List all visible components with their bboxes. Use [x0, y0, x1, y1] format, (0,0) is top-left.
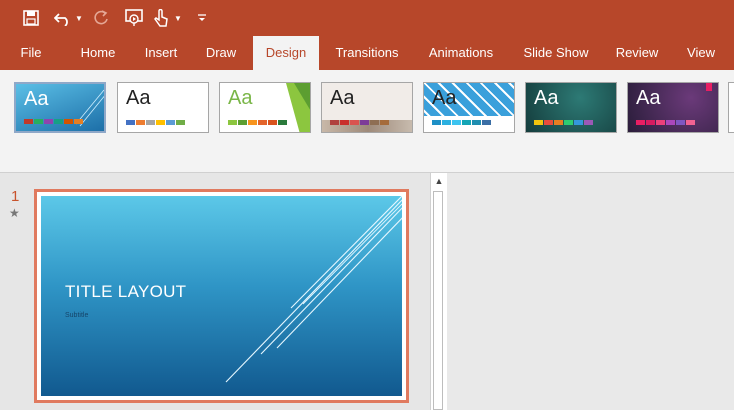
touch-mode-icon[interactable]	[151, 6, 171, 30]
tab-home[interactable]: Home	[70, 36, 126, 70]
scrollbar-thumb[interactable]	[433, 191, 443, 410]
undo-dropdown-icon[interactable]: ▼	[74, 6, 84, 30]
undo-icon[interactable]	[52, 6, 74, 30]
theme-color-swatches	[228, 120, 287, 125]
theme-sample-text: Aa	[126, 87, 151, 109]
theme-color-swatches	[126, 120, 185, 125]
slide-title: TITLE LAYOUT	[65, 282, 187, 301]
theme-thumbnail[interactable]: Aa	[627, 82, 719, 133]
tab-slide-show[interactable]: Slide Show	[514, 36, 598, 70]
theme-sample-text: Aa	[330, 87, 355, 109]
tab-view[interactable]: View	[678, 36, 724, 70]
theme-thumbnail[interactable]: Aa	[525, 82, 617, 133]
theme-thumbnail[interactable]: Aa	[423, 82, 515, 133]
tab-transitions[interactable]: Transitions	[328, 36, 406, 70]
theme-thumbnail[interactable]: Aa	[321, 82, 413, 133]
save-icon[interactable]	[20, 6, 42, 30]
theme-color-swatches	[534, 120, 593, 125]
thumbnail-scrollbar[interactable]: ▲	[430, 173, 448, 410]
ribbon-lower-band	[0, 142, 734, 173]
theme-thumbnail-partial[interactable]	[728, 82, 734, 133]
slide-number: 1	[11, 188, 20, 205]
tab-review[interactable]: Review	[606, 36, 668, 70]
tab-draw[interactable]: Draw	[196, 36, 246, 70]
theme-color-swatches	[330, 120, 389, 125]
quick-access-toolbar: ▼ ▼	[0, 0, 734, 36]
theme-thumbnail[interactable]: Aa	[14, 82, 106, 133]
theme-sample-text: Aa	[636, 87, 661, 109]
redo-icon[interactable]	[90, 6, 112, 30]
customize-qat-icon[interactable]	[195, 6, 209, 30]
theme-sample-text: Aa	[432, 87, 457, 109]
animation-star-icon: ★	[9, 206, 20, 220]
chevron-up-icon[interactable]: ▲	[431, 173, 447, 189]
theme-color-swatches	[636, 120, 695, 125]
ribbon-tabs: File Home Insert Draw Design Transitions…	[0, 36, 734, 70]
slide-subtitle: Subtitle	[65, 312, 89, 319]
touch-dropdown-icon[interactable]: ▼	[173, 6, 183, 30]
present-from-start-icon[interactable]	[122, 6, 146, 30]
theme-thumbnail[interactable]: Aa	[117, 82, 209, 133]
themes-gallery: Aa Aa Aa Aa Aa Aa Aa	[0, 70, 734, 143]
theme-sample-text: Aa	[228, 87, 253, 109]
slide-editing-pane[interactable]	[447, 173, 734, 410]
slide-thumbnail[interactable]: TITLE LAYOUT Subtitle	[34, 189, 409, 403]
tab-animations[interactable]: Animations	[418, 36, 504, 70]
theme-color-swatches	[432, 120, 491, 125]
theme-thumbnail[interactable]: Aa	[219, 82, 311, 133]
theme-color-swatches	[24, 119, 83, 124]
tab-insert[interactable]: Insert	[136, 36, 186, 70]
theme-sample-text: Aa	[534, 87, 559, 109]
tab-file[interactable]: File	[10, 36, 52, 70]
tab-design[interactable]: Design	[253, 36, 319, 70]
slide-preview: TITLE LAYOUT Subtitle	[41, 196, 402, 396]
